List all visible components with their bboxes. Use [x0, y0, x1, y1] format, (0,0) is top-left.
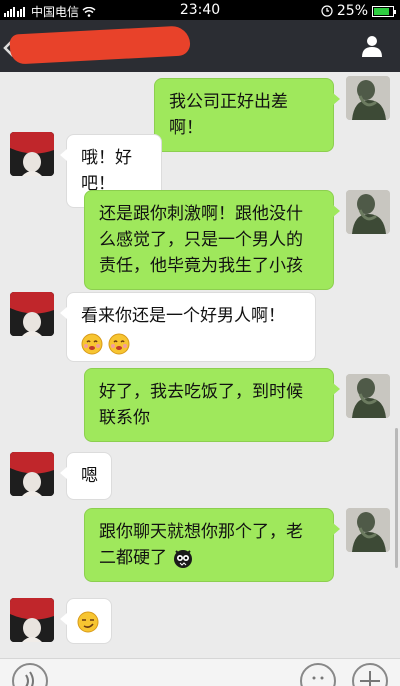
my-avatar[interactable]	[346, 190, 390, 234]
message-line: 么感觉了，只是一个男人的	[99, 230, 303, 250]
input-bar	[0, 658, 400, 686]
chat-header	[0, 20, 400, 72]
message-line: 二都硬了	[99, 548, 167, 568]
status-bar: 中国电信 23:40 25%	[0, 0, 400, 20]
sent-message-bubble[interactable]: 好了，我去吃饭了，到时候 联系你	[84, 368, 340, 442]
smirk-icon	[77, 611, 99, 633]
received-message-bubble[interactable]	[60, 598, 112, 644]
message-line: 还是跟你刺激啊！跟他没什	[99, 204, 303, 224]
voice-icon	[25, 671, 34, 686]
message-text: 嗯	[81, 466, 98, 486]
voice-button[interactable]	[12, 663, 48, 686]
my-avatar[interactable]	[346, 76, 390, 120]
emoji-row	[81, 331, 301, 357]
received-message-bubble[interactable]: 看来你还是一个好男人啊！	[60, 292, 316, 362]
message-text: 我公司正好出差啊！	[169, 92, 288, 138]
smiley-icon	[312, 676, 324, 680]
contact-avatar[interactable]	[10, 598, 54, 642]
sent-message-bubble[interactable]: 还是跟你刺激啊！跟他没什 么感觉了，只是一个男人的 责任，他毕竟为我生了小孩	[84, 190, 340, 290]
message-line: 联系你	[99, 408, 150, 428]
sent-message-bubble[interactable]: 跟你聊天就想你那个了，老 二都硬了	[84, 508, 340, 582]
contact-avatar[interactable]	[10, 292, 54, 336]
contact-photo-icon	[10, 452, 54, 496]
redacted-contact-name	[9, 25, 191, 65]
statue-avatar-icon	[346, 76, 390, 120]
statue-avatar-icon	[346, 374, 390, 418]
contact-avatar[interactable]	[10, 132, 54, 176]
message-line-with-emoji: 二都硬了	[99, 545, 319, 571]
battery-percent: 25%	[336, 3, 368, 19]
scrollbar[interactable]	[395, 428, 398, 568]
sent-message-bubble[interactable]: 我公司正好出差啊！	[154, 78, 340, 152]
alarm-icon	[321, 5, 333, 17]
contact-avatar[interactable]	[10, 452, 54, 496]
message-line: 好了，我去吃饭了，到时候	[99, 382, 303, 402]
emoji-button[interactable]	[300, 663, 336, 686]
received-message-bubble[interactable]: 嗯	[60, 452, 112, 500]
message-line: 责任，他毕竟为我生了小孩	[99, 256, 303, 276]
battery-icon	[372, 5, 396, 17]
statue-avatar-icon	[346, 190, 390, 234]
message-text: 哦！好吧！	[81, 148, 132, 194]
message-input[interactable]	[60, 673, 290, 686]
status-right: 25%	[321, 3, 396, 19]
blush-icon	[81, 333, 103, 355]
more-button[interactable]	[352, 663, 388, 686]
blush-icon	[108, 333, 130, 355]
plus-icon	[360, 671, 380, 686]
contact-photo-icon	[10, 598, 54, 642]
monster-icon	[174, 550, 193, 568]
my-avatar[interactable]	[346, 374, 390, 418]
person-icon[interactable]	[360, 34, 384, 58]
chat-area[interactable]: 我公司正好出差啊！ 哦！好吧！ 还是跟你刺激啊！跟他没什 么感觉了，只是一个男人…	[0, 72, 400, 658]
my-avatar[interactable]	[346, 508, 390, 552]
contact-photo-icon	[10, 132, 54, 176]
contact-photo-icon	[10, 292, 54, 336]
message-text: 看来你还是一个好男人啊！	[81, 306, 285, 326]
message-line: 跟你聊天就想你那个了，老	[99, 522, 303, 542]
statue-avatar-icon	[346, 508, 390, 552]
